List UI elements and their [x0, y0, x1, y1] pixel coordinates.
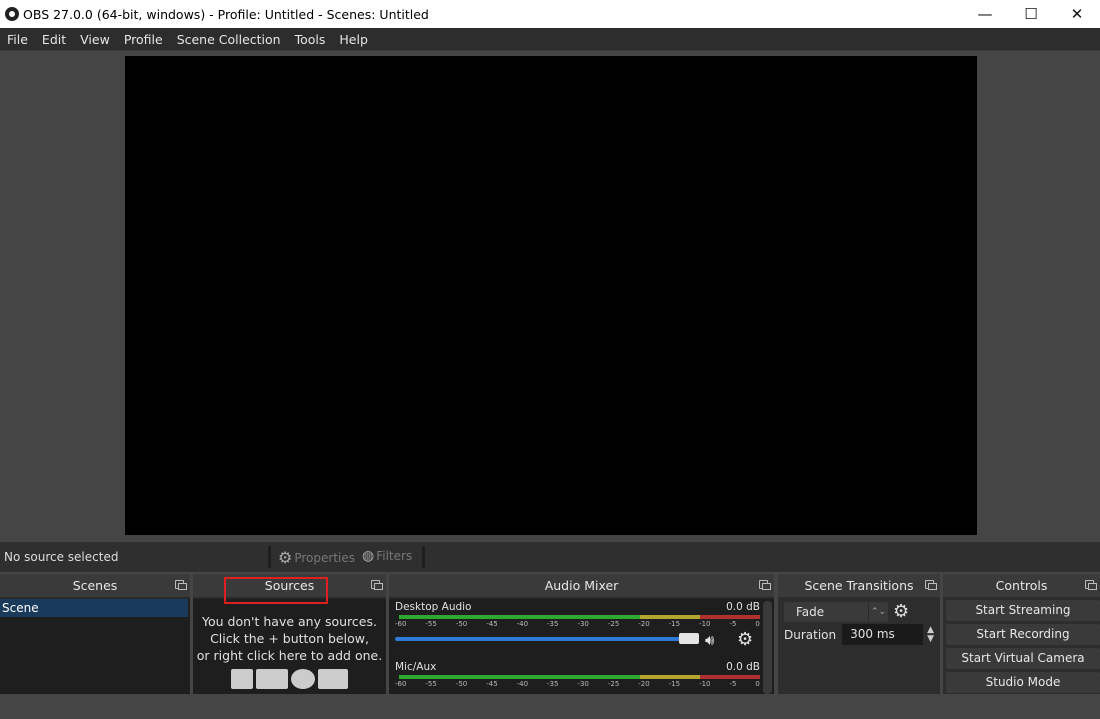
volume-slider[interactable] — [395, 637, 685, 641]
globe-icon — [291, 669, 315, 689]
menu-help[interactable]: Help — [332, 32, 375, 47]
source-toolbar: No source selected ⚙ Properties ◍ Filter… — [0, 542, 1100, 572]
menu-tools[interactable]: Tools — [288, 32, 333, 47]
filters-label: Filters — [376, 549, 413, 563]
gear-icon: ⚙ — [278, 548, 293, 567]
meter-ticks: -60 -55 -50 -45 -40 -35 -30 -25 -20 -15 -10 -5 0 — [395, 620, 760, 628]
transitions-dock: Scene Transitions Fade ⌃⌄ ⚙ Duration 300… — [778, 574, 940, 694]
scenes-title: Scenes — [72, 578, 118, 593]
audio-mixer-dock: Audio Mixer Desktop Audio 0.0 dB -60 -55-… — [389, 574, 774, 694]
undock-icon[interactable] — [925, 580, 937, 590]
volume-meter — [399, 675, 761, 679]
toolbar-separator — [268, 546, 271, 568]
menu-edit[interactable]: Edit — [35, 32, 73, 47]
duration-label: Duration — [784, 627, 837, 642]
display-icon — [256, 669, 288, 689]
scenes-list: Scene — [0, 599, 190, 694]
mixer-scrollbar[interactable] — [763, 601, 772, 694]
menu-profile[interactable]: Profile — [117, 32, 170, 47]
transitions-title: Scene Transitions — [804, 578, 914, 593]
transition-select[interactable]: Fade ⌃⌄ — [784, 601, 888, 622]
empty-line: You don't have any sources. — [202, 614, 377, 629]
mixer-channel-desktop: Desktop Audio 0.0 dB -60 -55 -50 -45 -40 -35-… — [395, 599, 761, 659]
maximize-button[interactable]: ☐ — [1008, 0, 1054, 28]
transition-value: Fade — [796, 604, 825, 619]
menu-view[interactable]: View — [73, 32, 117, 47]
volume-slider-handle[interactable] — [679, 633, 699, 644]
undock-icon[interactable] — [371, 580, 383, 590]
start-recording-button[interactable]: Start Recording — [946, 624, 1100, 645]
close-button[interactable]: ✕ — [1054, 0, 1100, 28]
window-title: OBS 27.0.0 (64-bit, windows) - Profile: … — [23, 6, 429, 22]
menu-scene-collection[interactable]: Scene Collection — [170, 32, 288, 47]
mixer-title: Audio Mixer — [544, 578, 619, 593]
channel-db: 0.0 dB — [726, 661, 760, 673]
duration-input[interactable]: 300 ms — [842, 624, 924, 645]
speaker-icon[interactable]: 🔊︎ — [705, 631, 714, 649]
controls-dock: Controls Start Streaming Start Recording… — [943, 574, 1100, 694]
preview-area — [0, 50, 1100, 542]
obs-logo-icon — [5, 7, 19, 21]
highlight-box — [224, 577, 328, 604]
properties-button[interactable]: ⚙ Properties — [278, 548, 355, 567]
properties-label: Properties — [294, 550, 355, 565]
start-streaming-button[interactable]: Start Streaming — [946, 600, 1100, 621]
channel-name: Mic/Aux — [395, 661, 437, 673]
volume-meter — [399, 615, 761, 619]
meter-ticks: -60 -55 -50 -45 -40 -35 -30 -25 -20 -15 -10 -5 0 — [395, 680, 760, 688]
source-status: No source selected — [4, 550, 119, 564]
scenes-dock-header: Scenes — [0, 574, 190, 597]
controls-dock-header: Controls — [943, 574, 1100, 597]
preview-canvas[interactable] — [125, 56, 977, 535]
mixer-channel-mic: Mic/Aux 0.0 dB -60 -55 -50 -45 -40 -35 -30 -25-… — [395, 659, 761, 719]
undock-icon[interactable] — [759, 580, 771, 590]
channel-name: Desktop Audio — [395, 601, 472, 613]
minimize-button[interactable]: — — [962, 0, 1008, 28]
channel-db: 0.0 dB — [726, 601, 760, 613]
camera-icon — [318, 669, 348, 689]
sources-empty-message: You don't have any sources. Click the + … — [193, 599, 386, 664]
gear-icon[interactable]: ⚙ — [737, 629, 753, 650]
controls-title: Controls — [995, 578, 1048, 593]
filter-icon: ◍ — [362, 548, 375, 564]
gear-icon[interactable]: ⚙ — [893, 601, 909, 622]
menu-file[interactable]: File — [0, 32, 35, 47]
scenes-dock: Scenes Scene — [0, 574, 190, 694]
filters-button[interactable]: ◍ Filters — [362, 548, 412, 564]
empty-line: or right click here to add one. — [196, 648, 383, 663]
duration-spinner[interactable]: ▲ ▼ — [927, 625, 934, 644]
start-virtual-camera-button[interactable]: Start Virtual Camera — [946, 648, 1100, 669]
transitions-dock-header: Scene Transitions — [778, 574, 940, 597]
image-icon — [231, 669, 253, 689]
mixer-dock-header: Audio Mixer — [389, 574, 774, 597]
empty-line: Click the + button below, — [210, 631, 369, 646]
scene-item[interactable]: Scene — [0, 599, 188, 617]
chevron-updown-icon: ⌃⌄ — [868, 601, 888, 622]
menu-bar: File Edit View Profile Scene Collection … — [0, 28, 1100, 50]
studio-mode-button[interactable]: Studio Mode — [946, 672, 1100, 693]
undock-icon[interactable] — [175, 580, 187, 590]
toolbar-separator — [422, 546, 425, 568]
sources-list[interactable]: You don't have any sources. Click the + … — [193, 599, 386, 694]
mixer-body: Desktop Audio 0.0 dB -60 -55 -50 -45 -40 -35-… — [389, 599, 774, 694]
undock-icon[interactable] — [1085, 580, 1097, 590]
title-bar: OBS 27.0.0 (64-bit, windows) - Profile: … — [0, 0, 1100, 28]
